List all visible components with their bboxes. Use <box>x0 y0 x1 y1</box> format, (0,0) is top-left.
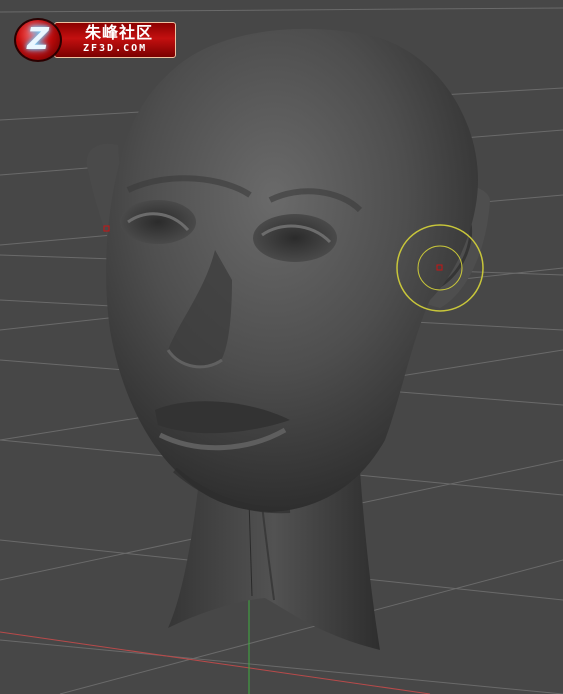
watermark-chinese-text: 朱峰社区 <box>85 23 154 42</box>
site-watermark-logo: 朱峰社区 ZF3D.COM Z <box>14 18 176 62</box>
mesh-left-eye <box>120 200 196 244</box>
watermark-plate: 朱峰社区 ZF3D.COM <box>54 22 176 58</box>
scene-canvas[interactable] <box>0 0 563 694</box>
watermark-emblem-icon: Z <box>14 18 62 62</box>
watermark-latin-text: ZF3D.COM <box>83 43 148 54</box>
watermark-emblem-letter: Z <box>27 22 49 57</box>
3d-viewport[interactable]: 朱峰社区 ZF3D.COM Z <box>0 0 563 694</box>
mesh-head[interactable] <box>106 28 478 513</box>
